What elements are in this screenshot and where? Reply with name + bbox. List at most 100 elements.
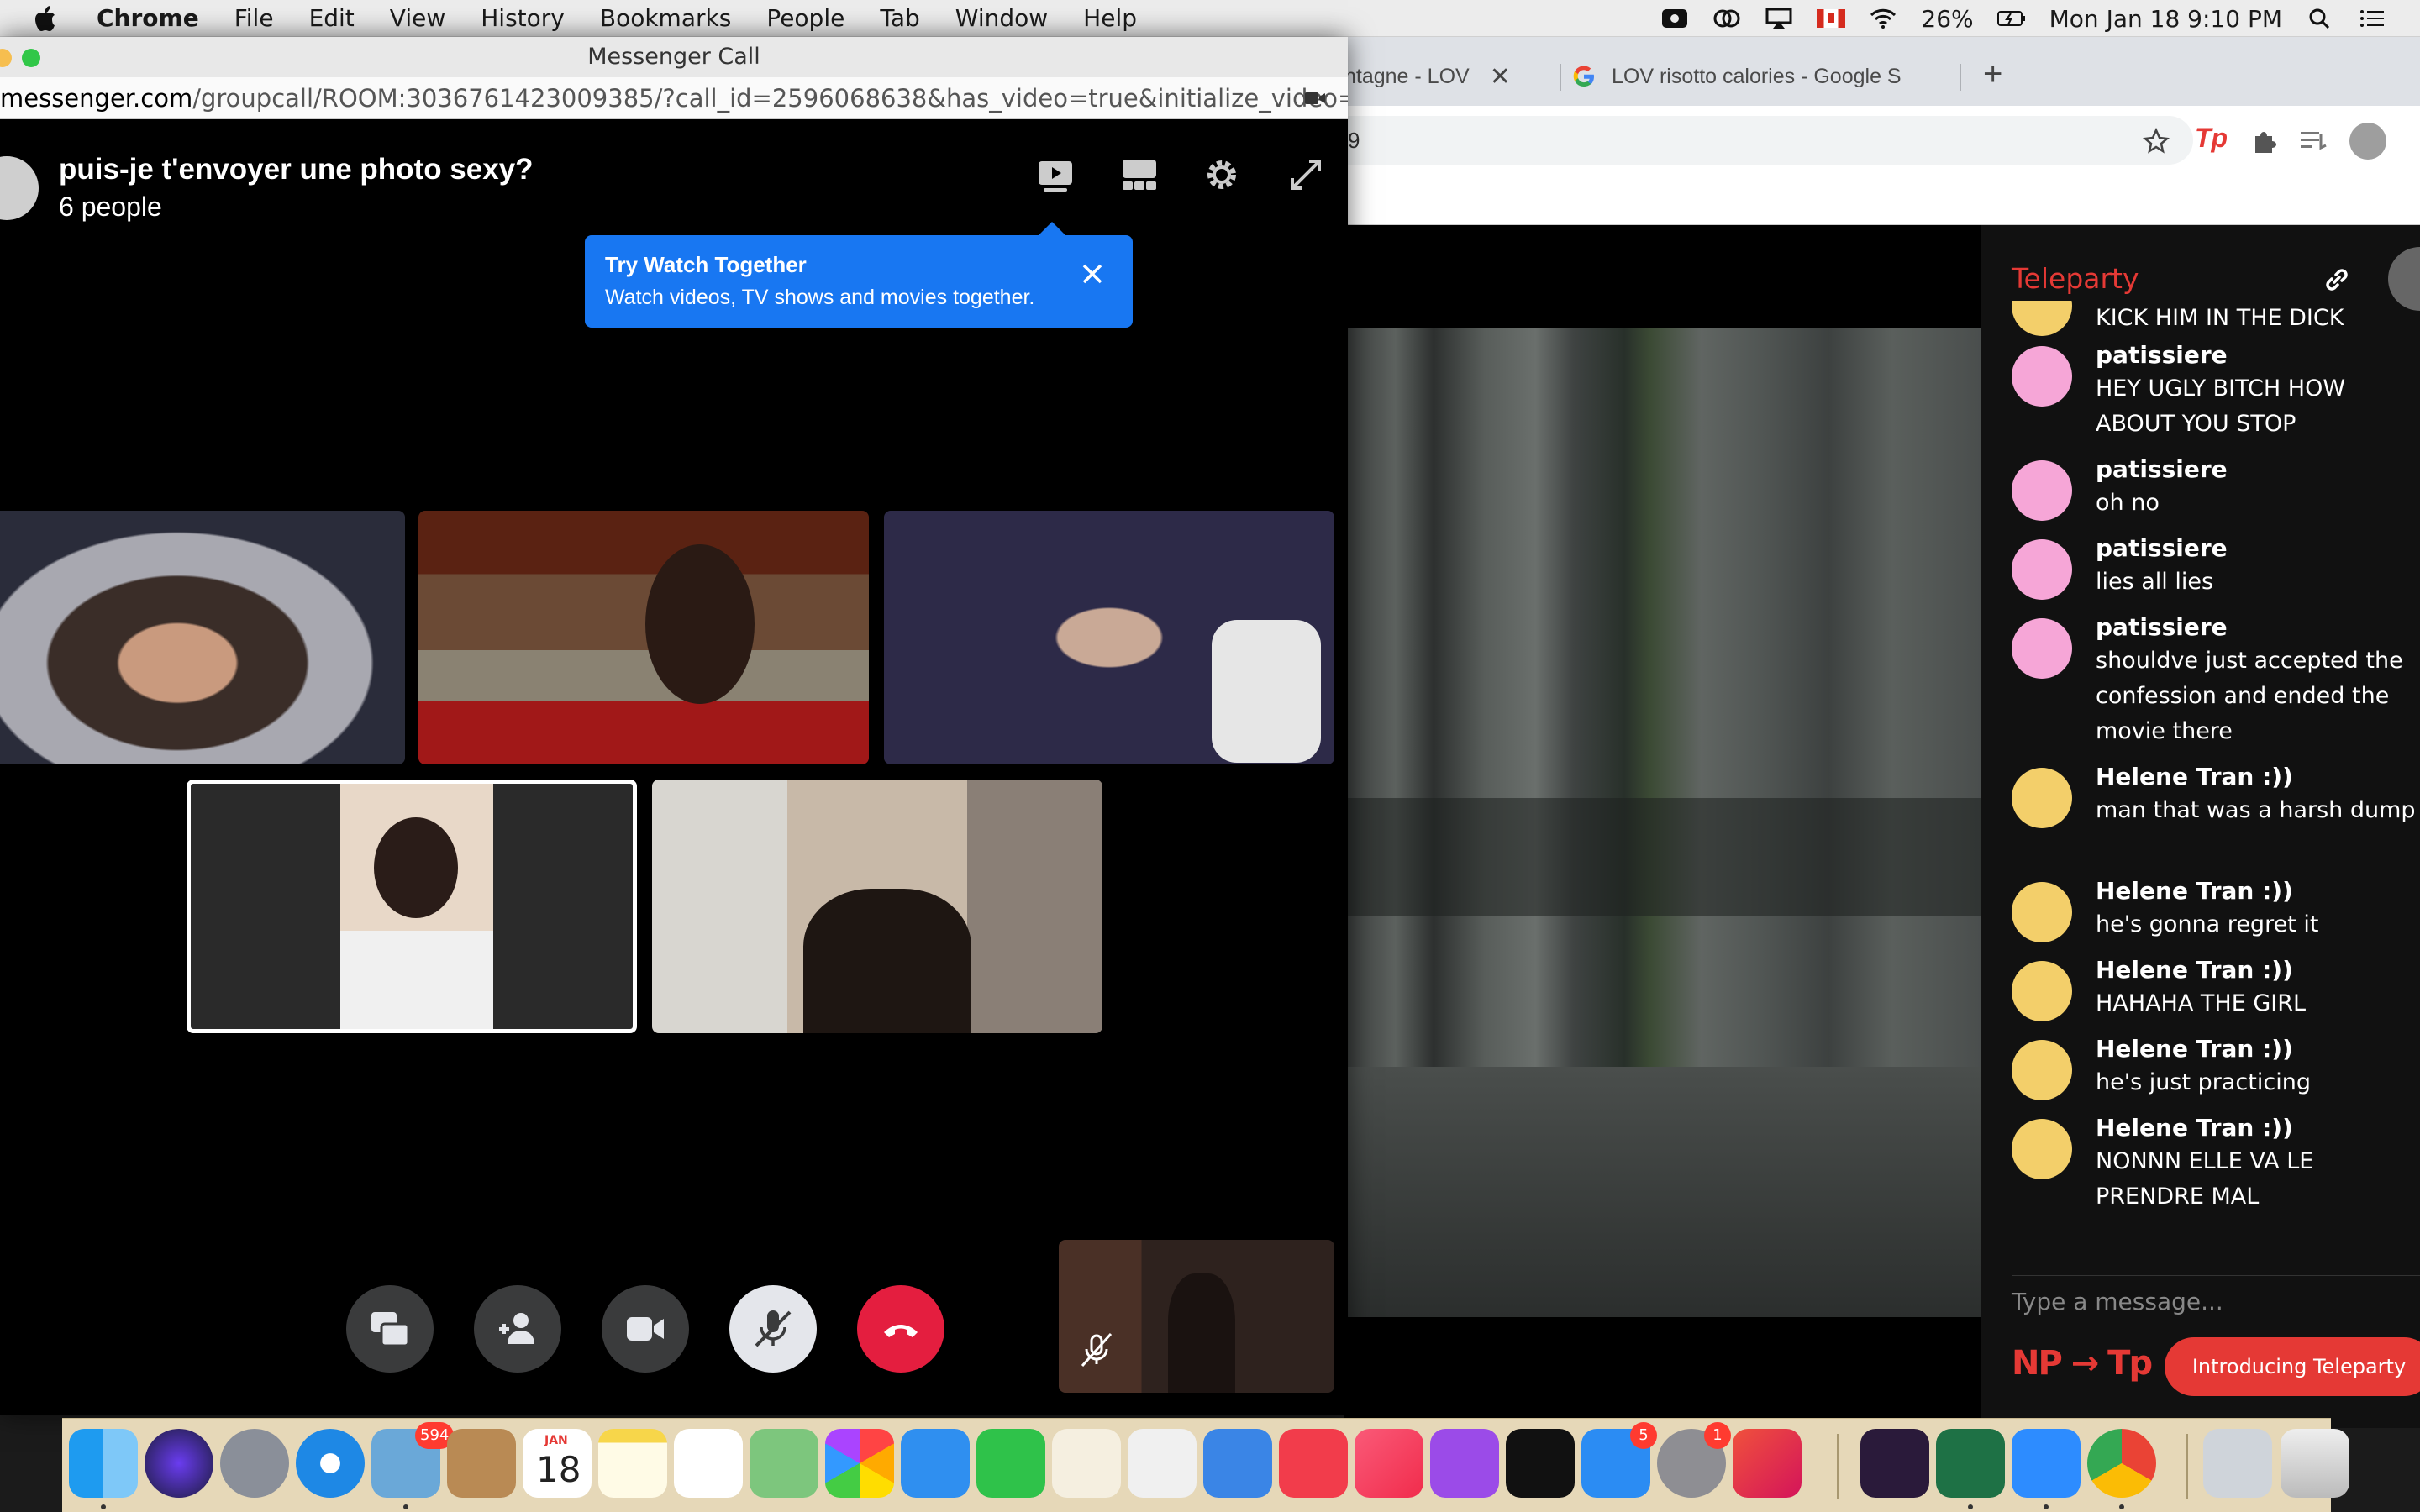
chat-messages: KICK HIM IN THE DICK patissiere HEY UGLY…: [1981, 301, 2420, 1242]
airplay-icon[interactable]: [1765, 8, 1793, 29]
spotlight-search-icon[interactable]: [2306, 8, 2334, 29]
new-tab-button[interactable]: +: [1983, 55, 2002, 93]
finder-icon[interactable]: [69, 1429, 138, 1498]
movie-frame: [1344, 328, 1981, 1317]
video-toggle-button[interactable]: [602, 1285, 689, 1373]
participant-video-active-speaker[interactable]: [187, 780, 637, 1033]
menu-edit[interactable]: Edit: [292, 4, 372, 32]
reminders-icon[interactable]: [674, 1429, 743, 1498]
chat-text: HAHAHA THE GIRL: [2096, 990, 2307, 1016]
link-icon[interactable]: [2321, 264, 2353, 296]
participant-video[interactable]: [652, 780, 1102, 1033]
profile-avatar-icon[interactable]: [2349, 123, 2386, 160]
participant-video[interactable]: [0, 511, 405, 764]
participant-video[interactable]: [884, 511, 1334, 764]
reading-list-icon[interactable]: [2299, 128, 2328, 153]
menu-file[interactable]: File: [217, 4, 292, 32]
messages-icon[interactable]: [901, 1429, 970, 1498]
apple-menu-icon[interactable]: [34, 4, 59, 33]
fullscreen-expand-icon[interactable]: [1286, 155, 1326, 195]
calendar-icon[interactable]: JAN 18: [523, 1429, 592, 1498]
keynote-icon[interactable]: [1203, 1429, 1272, 1498]
menu-app-name[interactable]: Chrome: [79, 4, 217, 32]
clock[interactable]: Mon Jan 18 9:10 PM: [2049, 5, 2282, 33]
mute-microphone-button[interactable]: [729, 1285, 817, 1373]
battery-icon[interactable]: [1996, 8, 2026, 29]
extensions-puzzle-icon[interactable]: [2250, 126, 2279, 155]
pixel-cat-app-icon[interactable]: [1860, 1429, 1929, 1498]
menu-view[interactable]: View: [372, 4, 463, 32]
bookmarks-bar: [1344, 175, 2420, 225]
tab-title: LOV risotto calories - Google S: [1612, 64, 1902, 88]
excel-icon[interactable]: [1936, 1429, 2005, 1498]
video-camera-icon: [627, 1317, 664, 1341]
participant-video[interactable]: [418, 511, 869, 764]
dock-separator: [1837, 1434, 1839, 1499]
notification-center-icon[interactable]: [2358, 8, 2386, 29]
launchpad-rocket-icon[interactable]: [220, 1429, 289, 1498]
notes-icon[interactable]: [598, 1429, 667, 1498]
menu-history[interactable]: History: [463, 4, 582, 32]
trash-icon[interactable]: [2281, 1429, 2349, 1498]
contacts-icon[interactable]: [447, 1429, 516, 1498]
menu-bookmarks[interactable]: Bookmarks: [582, 4, 749, 32]
calendar-day: 18: [536, 1449, 581, 1490]
end-call-button[interactable]: [857, 1285, 944, 1373]
url-bar[interactable]: messenger.com/groupcall/ROOM:30367614230…: [0, 77, 1348, 119]
creative-cloud-icon[interactable]: [1712, 8, 1741, 29]
bookmark-star-icon[interactable]: [2143, 128, 2170, 155]
pages-icon[interactable]: [1052, 1429, 1121, 1498]
layout-grid-icon[interactable]: [1119, 155, 1160, 195]
teleparty-extension-icon[interactable]: Tp: [2195, 123, 2228, 154]
call-title: puis-je t'envoyer une photo sexy?: [59, 153, 534, 186]
creative-cloud-app-icon[interactable]: [1733, 1429, 1802, 1498]
sailor-moon-avatar-icon: [2012, 539, 2072, 600]
podcasts-icon[interactable]: [1430, 1429, 1499, 1498]
movie-player[interactable]: [1344, 225, 1981, 1428]
omnibox[interactable]: 9: [1344, 116, 2193, 165]
url-domain: messenger.com: [0, 84, 193, 113]
tab-google-search[interactable]: LOV risotto calories - Google S: [1571, 55, 1958, 97]
zoom-icon[interactable]: [2012, 1429, 2081, 1498]
chat-text: NONNN ELLE VA LE PRENDRE MAL: [2096, 1148, 2314, 1210]
camera-in-use-icon[interactable]: [1304, 89, 1326, 108]
close-icon[interactable]: [1079, 260, 1106, 287]
photos-icon[interactable]: [825, 1429, 894, 1498]
popcorn-avatar-icon: [2012, 301, 2072, 336]
share-screen-button[interactable]: [346, 1285, 434, 1373]
zoom-button[interactable]: [22, 49, 40, 67]
menu-tab[interactable]: Tab: [862, 4, 937, 32]
status-area: 26% Mon Jan 18 9:10 PM: [1660, 0, 2386, 37]
chrome-icon[interactable]: [2087, 1429, 2156, 1498]
tab-lov-montagne[interactable]: ntagne - LOV ✕: [1344, 55, 1555, 97]
chat-text: KICK HIM IN THE DICK: [2096, 305, 2344, 331]
menu-people[interactable]: People: [749, 4, 862, 32]
facetime-icon[interactable]: [976, 1429, 1045, 1498]
wifi-icon[interactable]: [1869, 8, 1897, 29]
camera-status-icon[interactable]: [1660, 8, 1689, 29]
calendar-month: JAN: [544, 1434, 568, 1447]
chat-text: he's just practicing: [2096, 1069, 2311, 1095]
teleparty-title: Teleparty: [2012, 262, 2139, 295]
news-icon[interactable]: [1279, 1429, 1348, 1498]
self-view-video[interactable]: [1059, 1240, 1334, 1393]
siri-icon[interactable]: [145, 1429, 213, 1498]
maps-icon[interactable]: [750, 1429, 818, 1498]
minimize-button[interactable]: [0, 49, 12, 67]
screenshot-folder-icon[interactable]: [2203, 1429, 2272, 1498]
url-path: /groupcall/ROOM:3036761423009385/?call_i…: [192, 84, 1348, 113]
input-source-flag-icon[interactable]: [1817, 9, 1846, 28]
tab-close-icon[interactable]: ✕: [1490, 62, 1511, 92]
menu-help[interactable]: Help: [1065, 4, 1155, 32]
add-person-button[interactable]: [474, 1285, 561, 1373]
numbers-icon[interactable]: [1128, 1429, 1197, 1498]
menu-window[interactable]: Window: [938, 4, 1065, 32]
settings-gear-icon[interactable]: [1202, 155, 1242, 195]
apple-tv-icon[interactable]: [1506, 1429, 1575, 1498]
music-icon[interactable]: [1355, 1429, 1423, 1498]
battery-percent[interactable]: 26%: [1921, 5, 1973, 33]
introducing-teleparty-button[interactable]: Introducing Teleparty: [2165, 1337, 2420, 1396]
safari-compass-icon[interactable]: [296, 1429, 365, 1498]
chat-input[interactable]: Type a message...: [2012, 1275, 2420, 1315]
watch-together-icon[interactable]: [1035, 155, 1076, 195]
